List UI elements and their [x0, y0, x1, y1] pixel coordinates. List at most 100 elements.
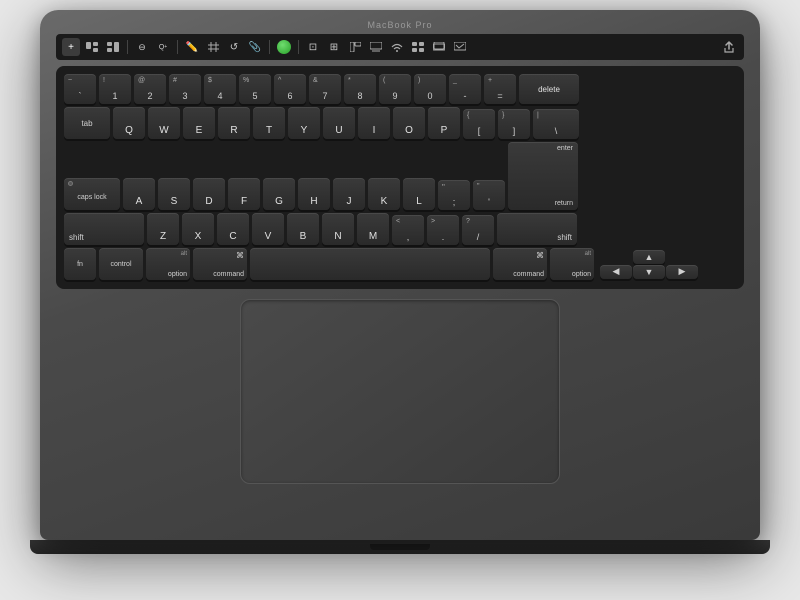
key-shift-left[interactable]: shift	[64, 213, 144, 245]
key-option-right[interactable]: alt option	[550, 248, 594, 280]
key-u[interactable]: U	[323, 107, 355, 139]
key-d[interactable]: D	[193, 178, 225, 210]
tb-icon-7[interactable]	[451, 38, 469, 56]
key-0[interactable]: ) 0	[414, 74, 446, 104]
key-bracket-close[interactable]: } ]	[498, 109, 530, 139]
key-c[interactable]: C	[217, 213, 249, 245]
key-r[interactable]: R	[218, 107, 250, 139]
number-row: ~ ` ! 1 @ 2 # 3 $ 4	[64, 74, 736, 104]
tb-refresh-icon[interactable]: ↺	[225, 38, 243, 56]
laptop-container: MacBook Pro + ⊖ Q+ ✏️ ↺ 📎	[20, 10, 780, 590]
key-j[interactable]: J	[333, 178, 365, 210]
key-arrow-left[interactable]: ◀	[600, 265, 632, 279]
key-tab[interactable]: tab	[64, 107, 110, 139]
tb-add-icon[interactable]: +	[62, 38, 80, 56]
key-fn[interactable]: fn	[64, 248, 96, 280]
tb-icon-2[interactable]	[104, 38, 122, 56]
key-6[interactable]: ^ 6	[274, 74, 306, 104]
key-control[interactable]: control	[99, 248, 143, 280]
key-h[interactable]: H	[298, 178, 330, 210]
tb-pencil-icon[interactable]: ✏️	[183, 38, 201, 56]
key-z[interactable]: Z	[147, 213, 179, 245]
tb-separator-4	[298, 40, 299, 54]
tb-copy-icon[interactable]: ⊡	[304, 38, 322, 56]
key-arrow-down[interactable]: ▼	[633, 265, 665, 279]
key-equals[interactable]: + =	[484, 74, 516, 104]
key-m[interactable]: M	[357, 213, 389, 245]
tb-wifi-icon[interactable]	[388, 38, 406, 56]
key-arrow-up[interactable]: ▲	[633, 250, 665, 264]
tb-icon-6[interactable]	[430, 38, 448, 56]
trackpad-area	[56, 299, 744, 484]
key-g[interactable]: G	[263, 178, 295, 210]
bottom-row: fn control alt option ⌘ command ⌘ comman…	[64, 248, 736, 280]
key-period[interactable]: > .	[427, 215, 459, 245]
touch-bar[interactable]: + ⊖ Q+ ✏️ ↺ 📎 ⊡ ⊞	[56, 34, 744, 60]
key-option-left[interactable]: alt option	[146, 248, 190, 280]
laptop-body: MacBook Pro + ⊖ Q+ ✏️ ↺ 📎	[40, 10, 760, 540]
key-enter[interactable]: enter return	[508, 142, 578, 210]
tb-separator-1	[127, 40, 128, 54]
key-f[interactable]: F	[228, 178, 260, 210]
key-x[interactable]: X	[182, 213, 214, 245]
key-command-left[interactable]: ⌘ command	[193, 248, 247, 280]
key-backslash[interactable]: | \	[533, 109, 579, 139]
key-bracket-open[interactable]: { [	[463, 109, 495, 139]
qwerty-row: tab Q W E R T Y U I O P { [ } ]	[64, 107, 736, 139]
key-b[interactable]: B	[287, 213, 319, 245]
key-minus[interactable]: _ -	[449, 74, 481, 104]
trackpad[interactable]	[240, 299, 560, 484]
tb-grid2-icon[interactable]	[409, 38, 427, 56]
key-n[interactable]: N	[322, 213, 354, 245]
asdf-row: caps lock A S D F G H J K L " ; " '	[64, 142, 736, 210]
tb-icon-4[interactable]	[346, 38, 364, 56]
key-shift-right[interactable]: shift	[497, 213, 577, 245]
key-l[interactable]: L	[403, 178, 435, 210]
tb-icon-5[interactable]	[367, 38, 385, 56]
key-semicolon[interactable]: " ;	[438, 180, 470, 210]
key-p[interactable]: P	[428, 107, 460, 139]
key-y[interactable]: Y	[288, 107, 320, 139]
tb-separator-3	[269, 40, 270, 54]
key-arrow-right[interactable]: ▶	[666, 265, 698, 279]
tb-zoom-in[interactable]: Q+	[154, 38, 172, 56]
key-4[interactable]: $ 4	[204, 74, 236, 104]
key-s[interactable]: S	[158, 178, 190, 210]
key-3[interactable]: # 3	[169, 74, 201, 104]
laptop-bottom-bar	[30, 540, 770, 554]
key-5[interactable]: % 5	[239, 74, 271, 104]
key-t[interactable]: T	[253, 107, 285, 139]
key-delete[interactable]: delete	[519, 74, 579, 104]
key-quote[interactable]: " '	[473, 180, 505, 210]
tb-separator-2	[177, 40, 178, 54]
key-o[interactable]: O	[393, 107, 425, 139]
tb-share-icon[interactable]	[720, 38, 738, 56]
tb-icon-3[interactable]: ⊞	[325, 38, 343, 56]
keyboard: ~ ` ! 1 @ 2 # 3 $ 4	[56, 66, 744, 289]
tb-grid-icon[interactable]	[204, 38, 222, 56]
key-command-right[interactable]: ⌘ command	[493, 248, 547, 280]
key-v[interactable]: V	[252, 213, 284, 245]
laptop-bottom-notch	[370, 544, 430, 550]
key-slash[interactable]: ? /	[462, 215, 494, 245]
key-8[interactable]: * 8	[344, 74, 376, 104]
tb-attach-icon[interactable]: 📎	[246, 38, 264, 56]
key-7[interactable]: & 7	[309, 74, 341, 104]
tb-icon-1[interactable]	[83, 38, 101, 56]
key-capslock[interactable]: caps lock	[64, 178, 120, 210]
tb-green-status	[275, 38, 293, 56]
key-space[interactable]	[250, 248, 490, 280]
key-2[interactable]: @ 2	[134, 74, 166, 104]
zxcv-row: shift Z X C V B N M < , > . ? /	[64, 213, 736, 245]
key-k[interactable]: K	[368, 178, 400, 210]
key-e[interactable]: E	[183, 107, 215, 139]
tb-zoom-out[interactable]: ⊖	[133, 38, 151, 56]
key-w[interactable]: W	[148, 107, 180, 139]
key-1[interactable]: ! 1	[99, 74, 131, 104]
key-comma[interactable]: < ,	[392, 215, 424, 245]
key-a[interactable]: A	[123, 178, 155, 210]
key-9[interactable]: ( 9	[379, 74, 411, 104]
key-i[interactable]: I	[358, 107, 390, 139]
key-tilde[interactable]: ~ `	[64, 74, 96, 104]
key-q[interactable]: Q	[113, 107, 145, 139]
